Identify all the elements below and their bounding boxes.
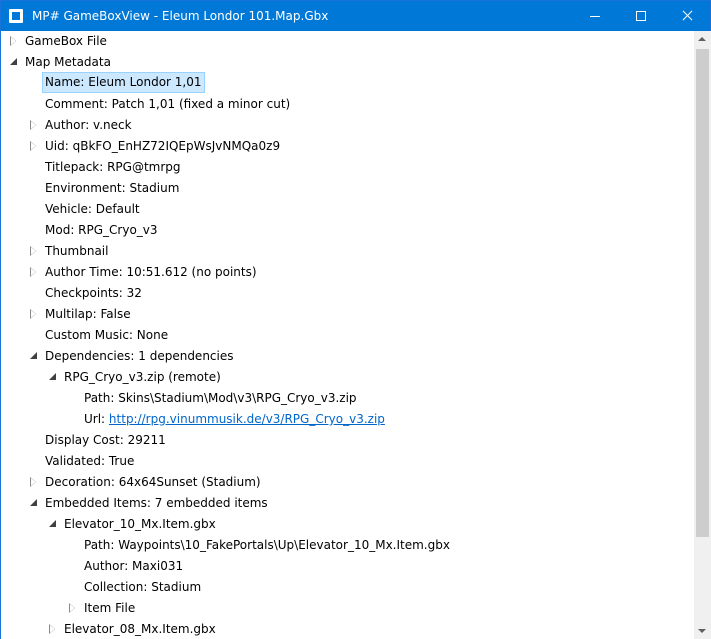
expand-arrow-icon[interactable] [29,477,39,487]
collapse-arrow-icon[interactable] [29,498,39,508]
tree-item-label: Environment: Stadium [45,181,180,195]
tree-item-embedded-item[interactable]: Elevator_08_Mx.Item.gbx [1,619,694,639]
scroll-down-arrow-icon[interactable] [694,622,711,639]
tree-item-label: Checkpoints: 32 [45,286,142,300]
collapse-arrow-icon[interactable] [48,519,58,529]
tree-view: GameBox File Map Metadata Name: Eleum Lo… [1,31,694,639]
app-window: MP# GameBoxView - Eleum Londor 101.Map.G… [0,0,711,639]
expand-arrow-icon[interactable] [29,309,39,319]
tree-item-label: Author Time: 10:51.612 (no points) [45,265,257,279]
tree-item-item-collection[interactable]: Collection: Stadium [1,577,694,598]
tree-item-author-time[interactable]: Author Time: 10:51.612 (no points) [1,262,694,283]
tree-item-name[interactable]: Name: Eleum Londor 1,01 [1,72,694,94]
tree-item-label: Author: v.neck [45,118,132,132]
tree-item-label: Uid: qBkFO_EnHZ72IQEpWsJvNMQa0z9 [45,139,281,153]
tree-item-label: Name: Eleum Londor 1,01 [42,72,205,93]
tree-item-label: Url: http://rpg.vinummusik.de/v3/RPG_Cry… [82,409,387,430]
dependency-url-link[interactable]: http://rpg.vinummusik.de/v3/RPG_Cryo_v3.… [109,412,385,426]
tree-item-multilap[interactable]: Multilap: False [1,304,694,325]
window-title: MP# GameBoxView - Eleum Londor 101.Map.G… [32,9,329,23]
tree-item-label: Author: Maxi031 [84,559,184,573]
close-button[interactable] [664,1,710,31]
tree-item-label: GameBox File [25,34,107,48]
tree-item-uid[interactable]: Uid: qBkFO_EnHZ72IQEpWsJvNMQa0z9 [1,136,694,157]
url-prefix: Url: [84,412,109,426]
tree-item-dependency-url[interactable]: Url: http://rpg.vinummusik.de/v3/RPG_Cry… [1,409,694,430]
expand-arrow-icon[interactable] [29,267,39,277]
tree-item-environment[interactable]: Environment: Stadium [1,178,694,199]
tree-item-label: RPG_Cryo_v3.zip (remote) [64,370,221,384]
tree-item-label: Path: Waypoints\10_FakePortals\Up\Elevat… [84,538,450,552]
expand-arrow-icon[interactable] [9,36,19,46]
tree-item-dependency-path[interactable]: Path: Skins\Stadium\Mod\v3\RPG_Cryo_v3.z… [1,388,694,409]
expand-arrow-icon[interactable] [29,120,39,130]
tree-item-label: Elevator_10_Mx.Item.gbx [64,517,216,531]
tree-item-label: Validated: True [45,454,135,468]
tree-item-embedded-items[interactable]: Embedded Items: 7 embedded items [1,493,694,514]
tree-item-comment[interactable]: Comment: Patch 1,01 (fixed a minor cut) [1,94,694,115]
tree-item-display-cost[interactable]: Display Cost: 29211 [1,430,694,451]
expand-arrow-icon[interactable] [29,141,39,151]
tree-item-item-file[interactable]: Item File [1,598,694,619]
tree-item-embedded-item[interactable]: Elevator_10_Mx.Item.gbx [1,514,694,535]
app-icon [9,9,23,23]
tree-item-label: Elevator_08_Mx.Item.gbx [64,622,216,636]
tree-item-label: Multilap: False [45,307,131,321]
title-bar[interactable]: MP# GameBoxView - Eleum Londor 101.Map.G… [1,1,710,31]
tree-item-label: Item File [84,601,136,615]
expand-arrow-icon[interactable] [68,603,78,613]
tree-item-label: Decoration: 64x64Sunset (Stadium) [45,475,261,489]
scrollbar-thumb[interactable] [696,49,709,537]
tree-item-label: Vehicle: Default [45,202,140,216]
expand-arrow-icon[interactable] [29,246,39,256]
collapse-arrow-icon[interactable] [29,351,39,361]
tree-item-label: Custom Music: None [45,328,169,342]
tree-item-label: Dependencies: 1 dependencies [45,349,234,363]
tree-item-label: Path: Skins\Stadium\Mod\v3\RPG_Cryo_v3.z… [84,391,357,405]
tree-item-vehicle[interactable]: Vehicle: Default [1,199,694,220]
tree-item-mod[interactable]: Mod: RPG_Cryo_v3 [1,220,694,241]
tree-item-label: Titlepack: RPG@tmrpg [45,160,181,174]
tree-item-dependency-zip[interactable]: RPG_Cryo_v3.zip (remote) [1,367,694,388]
tree-item-map-metadata[interactable]: Map Metadata [1,52,694,73]
collapse-arrow-icon[interactable] [9,57,19,67]
collapse-arrow-icon[interactable] [48,372,58,382]
tree-item-label: Map Metadata [25,55,111,69]
tree-item-gamebox-file[interactable]: GameBox File [1,31,694,52]
tree-item-label: Collection: Stadium [84,580,202,594]
maximize-button[interactable] [618,1,664,31]
tree-item-label: Display Cost: 29211 [45,433,166,447]
tree-item-custom-music[interactable]: Custom Music: None [1,325,694,346]
tree-item-checkpoints[interactable]: Checkpoints: 32 [1,283,694,304]
tree-item-item-author[interactable]: Author: Maxi031 [1,556,694,577]
expand-arrow-icon[interactable] [48,624,58,634]
minimize-button[interactable] [572,1,618,31]
tree-item-label: Mod: RPG_Cryo_v3 [45,223,158,237]
tree-item-label: Comment: Patch 1,01 (fixed a minor cut) [45,97,291,111]
tree-item-thumbnail[interactable]: Thumbnail [1,241,694,262]
tree-item-decoration[interactable]: Decoration: 64x64Sunset (Stadium) [1,472,694,493]
tree-item-label: Thumbnail [45,244,109,258]
vertical-scrollbar[interactable] [694,31,711,639]
tree-item-dependencies[interactable]: Dependencies: 1 dependencies [1,346,694,367]
scroll-up-arrow-icon[interactable] [694,31,711,48]
tree-item-author[interactable]: Author: v.neck [1,115,694,136]
tree-item-label: Embedded Items: 7 embedded items [45,496,268,510]
tree-item-validated[interactable]: Validated: True [1,451,694,472]
tree-item-item-path[interactable]: Path: Waypoints\10_FakePortals\Up\Elevat… [1,535,694,556]
tree-item-titlepack[interactable]: Titlepack: RPG@tmrpg [1,157,694,178]
